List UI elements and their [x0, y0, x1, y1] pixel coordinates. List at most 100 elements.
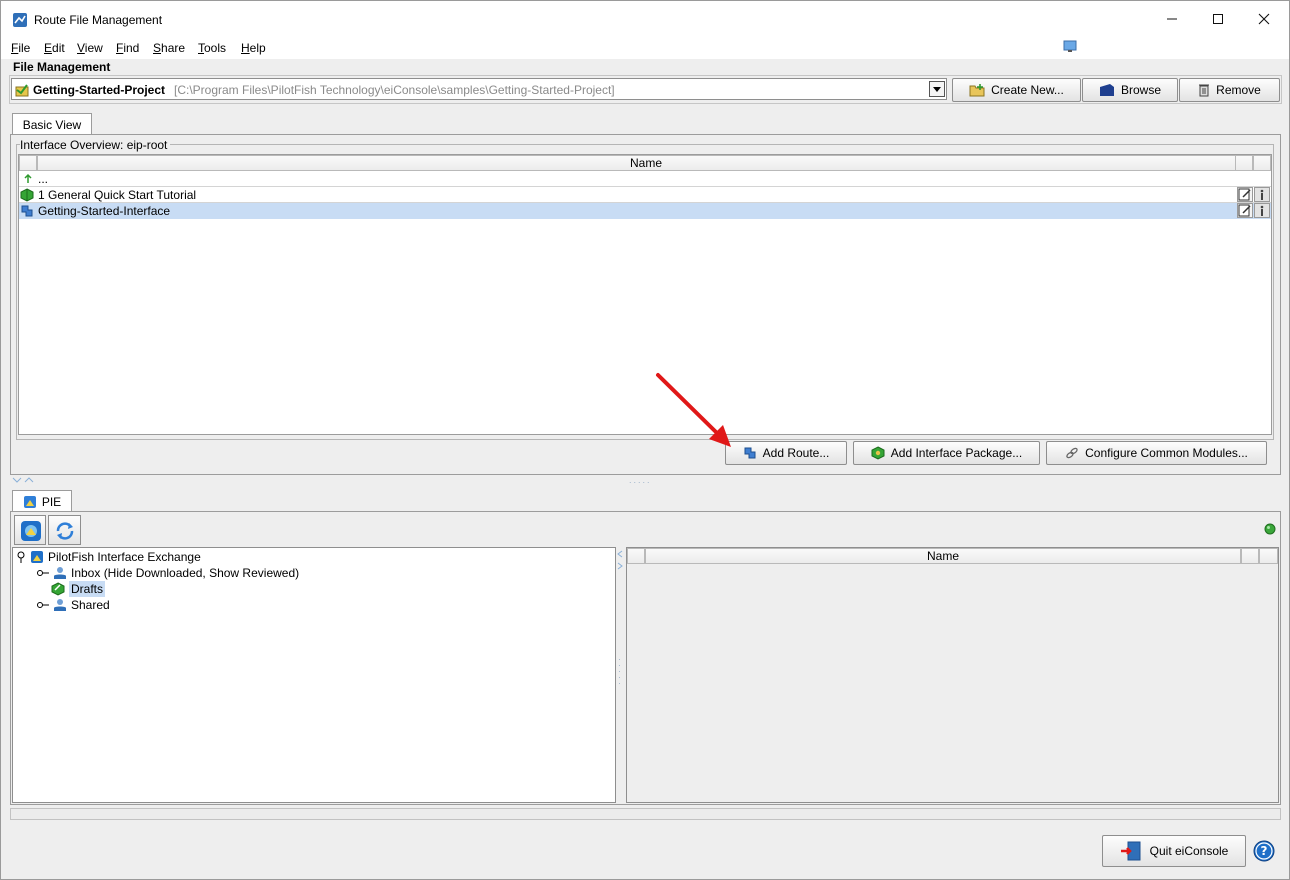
pie-table-header-name[interactable]: Name [645, 548, 1241, 564]
menu-help[interactable]: Help [241, 41, 266, 55]
menu-tools-label: ools [204, 41, 227, 55]
pie-exchange-icon [31, 551, 43, 563]
tab-pie-label: PIE [41, 494, 62, 509]
edit-button[interactable] [1237, 203, 1253, 218]
menu-view-mnemonic: V [77, 41, 85, 55]
project-name: Getting-Started-Project [33, 83, 166, 97]
table-header-info-col [1253, 155, 1271, 171]
pie-file-table: Name [626, 547, 1279, 803]
table-header-name[interactable]: Name [37, 155, 1255, 171]
tree-expand-icon[interactable] [37, 600, 49, 610]
info-icon [1260, 205, 1264, 216]
splitter-collapse-icon[interactable] [11, 476, 35, 484]
pie-icon [23, 495, 36, 508]
menu-view[interactable]: View [77, 41, 103, 55]
project-combobox[interactable]: Getting-Started-Project [C:\Program File… [11, 78, 947, 100]
edit-button[interactable] [1237, 187, 1253, 202]
route-icon [21, 205, 33, 217]
add-interface-package-label: Add Interface Package... [890, 446, 1023, 460]
app-icon [13, 13, 27, 27]
tree-root-label: PilotFish Interface Exchange [48, 550, 201, 564]
quit-eiconsole-button[interactable]: Quit eiConsole [1102, 835, 1246, 867]
vertical-splitter-grip[interactable]: · · · · · [618, 655, 622, 688]
info-button[interactable] [1254, 203, 1270, 218]
close-button[interactable] [1241, 1, 1287, 37]
table-header-edit-col [1235, 155, 1253, 171]
tab-basic-view-label: Basic View [22, 117, 82, 132]
table-row[interactable]: 1 General Quick Start Tutorial [19, 187, 1271, 203]
table-header-icon-col [19, 155, 37, 171]
menu-find-label: ind [123, 41, 140, 55]
annotation-arrow-icon [656, 373, 731, 447]
info-button[interactable] [1254, 187, 1270, 202]
trash-icon [1199, 84, 1210, 97]
route-icon [744, 447, 756, 459]
remove-label: Remove [1216, 83, 1261, 97]
refresh-button[interactable] [48, 515, 81, 545]
browse-button[interactable]: Browse [1082, 78, 1178, 102]
add-interface-package-button[interactable]: Add Interface Package... [853, 441, 1040, 465]
tree-item-drafts[interactable]: Drafts [51, 581, 106, 597]
add-route-button[interactable]: Add Route... [725, 441, 847, 465]
tree-root[interactable]: PilotFish Interface Exchange [16, 549, 201, 565]
inbox-user-icon [54, 567, 66, 579]
configure-common-modules-button[interactable]: Configure Common Modules... [1046, 441, 1267, 465]
tab-pie[interactable]: PIE [12, 490, 72, 512]
pie-table-header-col2 [1241, 548, 1259, 564]
tree-expand-icon[interactable] [37, 568, 49, 578]
pie-tree-panel: PilotFish Interface Exchange Inbox (Hide… [12, 547, 616, 803]
menu-view-label: iew [84, 41, 103, 55]
maximize-button[interactable] [1195, 1, 1241, 37]
close-icon [1258, 13, 1270, 25]
table-row-selected[interactable]: Getting-Started-Interface [19, 203, 1271, 219]
table-row-label: Getting-Started-Interface [38, 204, 171, 218]
monitor-icon[interactable] [1063, 40, 1077, 53]
exit-door-icon [1120, 841, 1141, 861]
status-indicator-icon [1264, 523, 1276, 535]
link-icon [1066, 447, 1078, 459]
tab-basic-view[interactable]: Basic View [12, 113, 92, 135]
shared-user-icon [54, 599, 66, 611]
menu-file-label: ile [18, 41, 31, 55]
minimize-icon [1167, 18, 1177, 20]
menu-share[interactable]: Share [153, 41, 185, 55]
maximize-icon [1213, 14, 1223, 24]
svg-text:?: ? [1261, 844, 1268, 858]
tree-item-label: Inbox (Hide Downloaded, Show Reviewed) [71, 566, 300, 580]
menu-tools[interactable]: Tools [198, 41, 226, 55]
menu-find[interactable]: Find [116, 41, 139, 55]
splitter-arrows-icon[interactable] [616, 549, 624, 571]
tree-item-label: Drafts [69, 581, 106, 597]
pie-table-header-col3 [1259, 548, 1278, 564]
menu-edit[interactable]: Edit [44, 41, 65, 55]
table-row-label: 1 General Quick Start Tutorial [38, 188, 197, 202]
remove-button[interactable]: Remove [1179, 78, 1280, 102]
project-dropdown-button[interactable] [929, 81, 945, 97]
tree-item-inbox[interactable]: Inbox (Hide Downloaded, Show Reviewed) [37, 565, 299, 581]
chevron-down-icon [933, 86, 941, 92]
tree-collapse-icon[interactable] [16, 551, 26, 563]
create-new-label: Create New... [991, 83, 1064, 97]
tree-item-shared[interactable]: Shared [37, 597, 110, 613]
edit-icon [1238, 188, 1251, 201]
up-arrow-icon [24, 173, 32, 183]
pie-home-button[interactable] [14, 515, 46, 545]
menu-share-label: hare [161, 41, 186, 55]
menu-edit-mnemonic: E [44, 41, 53, 55]
help-icon[interactable]: ? [1253, 840, 1275, 862]
app-window: Route File Management File Edit View Fin… [0, 0, 1290, 880]
create-new-button[interactable]: Create New... [952, 78, 1081, 102]
minimize-button[interactable] [1149, 1, 1195, 37]
splitter-grip[interactable]: ..... [629, 475, 652, 485]
project-icon [15, 84, 29, 97]
menu-help-mnemonic: H [241, 41, 250, 55]
file-management-label: File Management [13, 60, 111, 74]
menu-edit-label: dit [52, 41, 65, 55]
browse-label: Browse [1120, 83, 1161, 97]
configure-common-modules-label: Configure Common Modules... [1085, 446, 1248, 460]
menu-file[interactable]: File [11, 41, 30, 55]
table-row-parent[interactable]: ... [19, 171, 1271, 187]
status-strip [10, 808, 1281, 820]
project-path: [C:\Program Files\PilotFish Technology\e… [174, 83, 615, 97]
quit-eiconsole-label: Quit eiConsole [1149, 844, 1229, 858]
